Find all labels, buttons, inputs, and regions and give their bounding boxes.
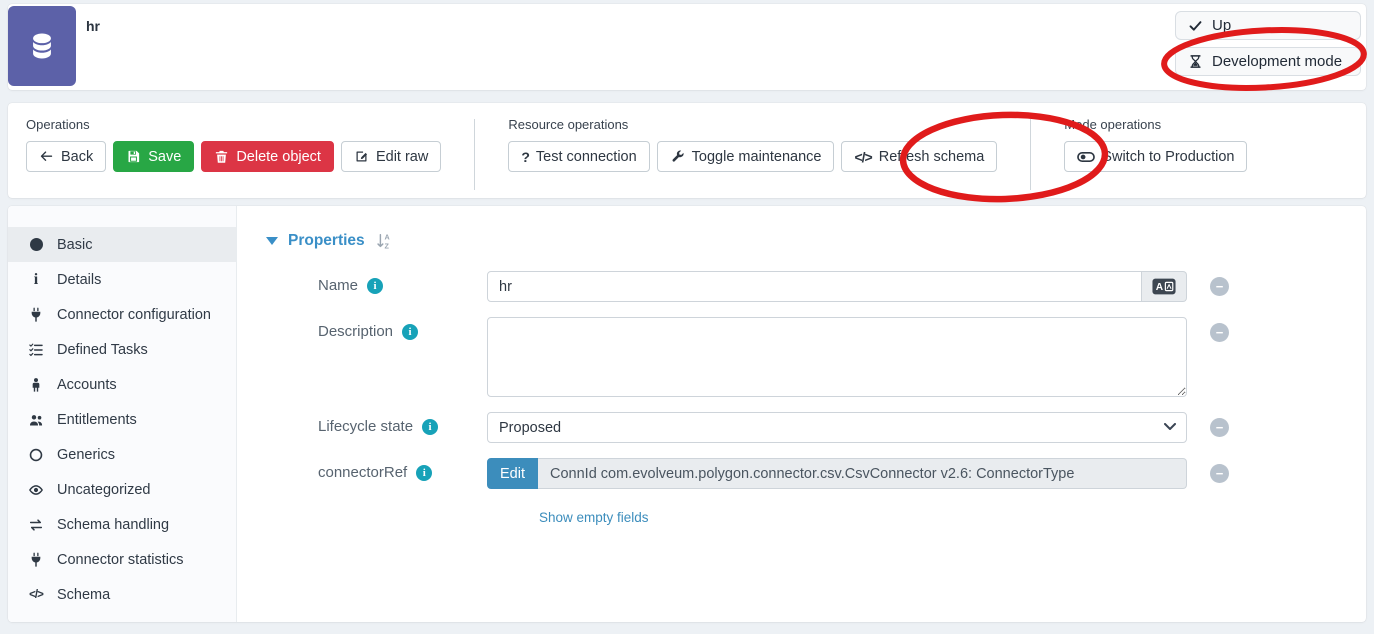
code-icon: </> — [854, 149, 871, 165]
resource-icon-tile — [8, 6, 76, 86]
database-icon — [25, 27, 59, 65]
field-row-name: Name i A − — [318, 271, 1366, 302]
language-icon: A — [1152, 278, 1176, 295]
lifecycle-state-select[interactable]: Proposed — [487, 412, 1187, 443]
page-title: hr — [86, 18, 100, 34]
plug-icon — [26, 307, 46, 323]
details-menu: Basic i Details Connector configuration … — [8, 206, 237, 622]
save-button[interactable]: Save — [113, 141, 194, 172]
resource-edit-page: hr Up Development mode Operations — [0, 0, 1374, 634]
description-textarea[interactable] — [487, 317, 1187, 397]
sidebar-item-accounts[interactable]: Accounts — [8, 367, 236, 402]
status-badge-up: Up — [1175, 11, 1361, 40]
toggle-icon — [1077, 151, 1095, 163]
group-label: Mode operations — [1064, 117, 1247, 132]
field-label: Lifecycle state — [318, 418, 413, 435]
sidebar-item-basic[interactable]: Basic — [8, 227, 236, 262]
toolbar-divider — [474, 119, 475, 190]
info-circle-icon[interactable]: i — [422, 419, 438, 435]
sidebar-item-generics[interactable]: Generics — [8, 437, 236, 472]
user-icon — [26, 377, 46, 393]
sidebar-item-details[interactable]: i Details — [8, 262, 236, 297]
remove-value-button[interactable]: − — [1210, 323, 1229, 342]
back-button[interactable]: Back — [26, 141, 106, 172]
info-circle-icon[interactable]: i — [416, 465, 432, 481]
users-icon — [26, 412, 46, 428]
circle-outline-icon — [26, 447, 46, 463]
delete-object-button[interactable]: Delete object — [201, 141, 334, 172]
object-summary-panel: hr Up Development mode — [8, 4, 1366, 90]
minus-circle-icon: − — [1216, 421, 1224, 434]
caret-down-icon[interactable] — [266, 237, 278, 245]
sidebar-item-connector-statistics[interactable]: Connector statistics — [8, 542, 236, 577]
eye-icon — [26, 482, 46, 498]
details-panel: Basic i Details Connector configuration … — [8, 206, 1366, 622]
name-input[interactable] — [487, 271, 1142, 302]
save-icon — [126, 149, 141, 164]
question-icon: ? — [521, 149, 529, 165]
trash-icon — [214, 149, 229, 164]
remove-value-button[interactable]: − — [1210, 464, 1229, 483]
field-row-connector-ref: connectorRef i Edit ConnId com.evolveum.… — [318, 458, 1366, 489]
properties-panel: Properties A Z Name i — [237, 206, 1366, 622]
connector-ref-value: ConnId com.evolveum.polygon.connector.cs… — [538, 458, 1187, 489]
show-empty-fields-link[interactable]: Show empty fields — [539, 510, 649, 525]
minus-circle-icon: − — [1216, 467, 1224, 480]
check-icon — [1188, 18, 1203, 33]
switch-to-production-button[interactable]: Switch to Production — [1064, 141, 1247, 172]
sort-alpha-icon[interactable]: A Z — [375, 232, 393, 250]
info-circle-icon[interactable]: i — [367, 278, 383, 294]
arrow-left-icon — [39, 149, 54, 164]
field-row-description: Description i − — [318, 317, 1366, 397]
minus-circle-icon: − — [1216, 280, 1224, 293]
connector-ref-edit-button[interactable]: Edit — [487, 458, 538, 489]
field-label: connectorRef — [318, 464, 407, 481]
plug-icon — [26, 552, 46, 568]
exchange-icon — [26, 517, 46, 533]
hourglass-icon — [1188, 54, 1203, 69]
minus-circle-icon: − — [1216, 326, 1224, 339]
field-label: Description — [318, 323, 393, 340]
group-label: Resource operations — [508, 117, 997, 132]
edit-raw-button[interactable]: Edit raw — [341, 141, 441, 172]
group-label: Operations — [26, 117, 441, 132]
svg-text:A: A — [384, 233, 389, 242]
circle-filled-icon — [26, 238, 46, 251]
sidebar-item-entitlements[interactable]: Entitlements — [8, 402, 236, 437]
resource-operations-group: Resource operations ? Test connection To… — [508, 117, 997, 198]
toolbar-divider — [1030, 119, 1031, 190]
sidebar-item-connector-configuration[interactable]: Connector configuration — [8, 297, 236, 332]
svg-text:A: A — [1156, 282, 1164, 293]
operations-group: Operations Back Save — [26, 117, 441, 198]
mode-operations-group: Mode operations Switch to Production — [1064, 117, 1247, 198]
code-icon: </> — [26, 589, 46, 601]
remove-value-button[interactable]: − — [1210, 277, 1229, 296]
wrench-icon — [670, 149, 685, 164]
sidebar-item-schema[interactable]: </> Schema — [8, 577, 236, 612]
status-badge-label: Development mode — [1212, 53, 1342, 70]
sidebar-item-schema-handling[interactable]: Schema handling — [8, 507, 236, 542]
info-circle-icon[interactable]: i — [402, 324, 418, 340]
field-row-lifecycle-state: Lifecycle state i Proposed − — [318, 412, 1366, 443]
properties-section-header: Properties A Z — [266, 232, 1366, 250]
toggle-maintenance-button[interactable]: Toggle maintenance — [657, 141, 835, 172]
test-connection-button[interactable]: ? Test connection — [508, 141, 649, 172]
operations-toolbar: Operations Back Save — [8, 103, 1366, 198]
polystring-language-button[interactable]: A — [1142, 271, 1187, 302]
edit-icon — [354, 149, 369, 164]
status-badge-label: Up — [1212, 17, 1231, 34]
remove-value-button[interactable]: − — [1210, 418, 1229, 437]
info-icon: i — [26, 272, 46, 288]
svg-text:Z: Z — [384, 242, 389, 250]
section-title: Properties — [288, 232, 365, 250]
refresh-schema-button[interactable]: </> Refresh schema — [841, 141, 997, 172]
status-badges: Up Development mode — [1175, 11, 1361, 76]
field-label: Name — [318, 277, 358, 294]
sidebar-item-uncategorized[interactable]: Uncategorized — [8, 472, 236, 507]
tasks-icon — [26, 342, 46, 358]
sidebar-item-defined-tasks[interactable]: Defined Tasks — [8, 332, 236, 367]
status-badge-development-mode: Development mode — [1175, 47, 1361, 76]
